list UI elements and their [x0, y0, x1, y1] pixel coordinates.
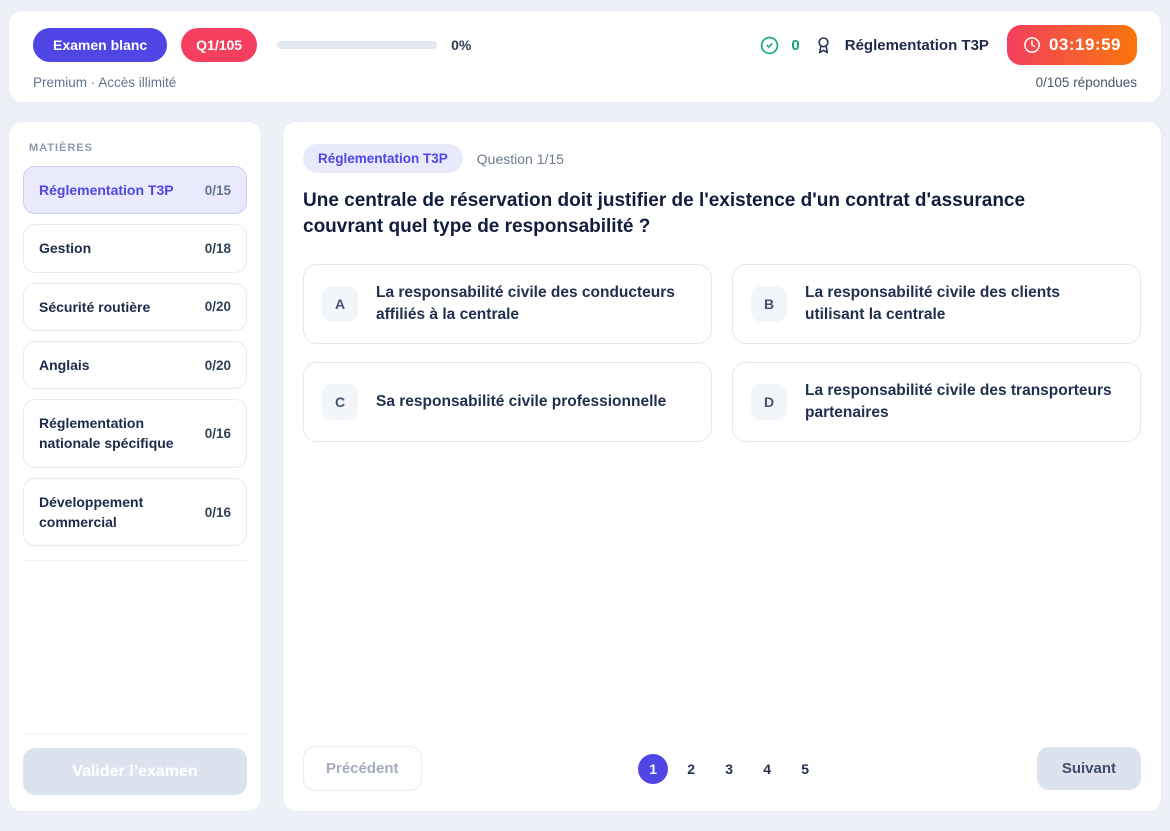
- header-top-row: Examen blanc Q1/105 0% 0 Réglementation …: [33, 25, 1137, 65]
- previous-question-button[interactable]: Précédent: [303, 746, 422, 791]
- answer-option[interactable]: D La responsabilité civile des transport…: [732, 362, 1141, 442]
- content-row: MATIÈRES Réglementation T3P 0/15 Gestion…: [8, 121, 1162, 812]
- check-circle-icon: [760, 36, 779, 55]
- answer-option-letter: A: [322, 286, 358, 322]
- subject-list: Réglementation T3P 0/15 Gestion 0/18 Séc…: [23, 166, 247, 546]
- sidebar-subject-item[interactable]: Réglementation nationale spécifique 0/16: [23, 399, 247, 468]
- pagination-page-button[interactable]: 1: [638, 754, 668, 784]
- subject-item-count: 0/15: [205, 183, 231, 198]
- answer-option-text: Sa responsabilité civile professionnelle: [376, 391, 666, 413]
- exam-header: Examen blanc Q1/105 0% 0 Réglementation …: [8, 10, 1162, 103]
- exam-progress-bar: [277, 41, 437, 49]
- main-spacer: [303, 442, 1141, 746]
- sidebar-subject-item[interactable]: Développement commercial 0/16: [23, 478, 247, 547]
- sidebar-spacer: [23, 561, 247, 719]
- sidebar-subject-item[interactable]: Anglais 0/20: [23, 341, 247, 389]
- current-subject-label: Réglementation T3P: [845, 37, 989, 54]
- pagination-page-button[interactable]: 4: [752, 754, 782, 784]
- pagination-page-button[interactable]: 3: [714, 754, 744, 784]
- subject-item-label: Développement commercial: [39, 492, 195, 533]
- pagination-page-button[interactable]: 5: [790, 754, 820, 784]
- timer-value: 03:19:59: [1049, 35, 1121, 55]
- sidebar-subject-item[interactable]: Sécurité routière 0/20: [23, 283, 247, 331]
- subject-chip: Réglementation T3P: [303, 144, 463, 173]
- answer-option-letter: C: [322, 384, 358, 420]
- header-bottom-row: Premium · Accès illimité 0/105 répondues: [33, 75, 1137, 90]
- subject-item-count: 0/18: [205, 241, 231, 256]
- clock-icon: [1023, 36, 1041, 54]
- subject-item-count: 0/20: [205, 299, 231, 314]
- answer-option-text: La responsabilité civile des conducteurs…: [376, 282, 693, 326]
- correct-count: 0: [791, 37, 799, 54]
- sidebar-subject-item[interactable]: Gestion 0/18: [23, 224, 247, 272]
- subject-item-count: 0/16: [205, 426, 231, 441]
- question-panel: Réglementation T3P Question 1/15 Une cen…: [282, 121, 1162, 812]
- question-text: Une centrale de réservation doit justifi…: [303, 188, 1093, 240]
- answer-option-text: La responsabilité civile des clients uti…: [805, 282, 1122, 326]
- subject-item-label: Réglementation T3P: [39, 180, 174, 200]
- answered-count-label: 0/105 répondues: [1036, 75, 1137, 90]
- subject-item-label: Réglementation nationale spécifique: [39, 413, 195, 454]
- question-progress-badge: Q1/105: [181, 28, 257, 62]
- answer-option[interactable]: B La responsabilité civile des clients u…: [732, 264, 1141, 344]
- award-medal-icon: [814, 36, 833, 55]
- pagination-page-button[interactable]: 2: [676, 754, 706, 784]
- answer-option-letter: D: [751, 384, 787, 420]
- sidebar-divider-bottom: [23, 733, 247, 734]
- sidebar-title: MATIÈRES: [29, 142, 241, 154]
- answer-option-text: La responsabilité civile des transporteu…: [805, 380, 1122, 424]
- page-pagination: 12345: [422, 754, 1037, 784]
- question-counter: Question 1/15: [477, 151, 564, 167]
- answer-option[interactable]: C Sa responsabilité civile professionnel…: [303, 362, 712, 442]
- exam-mode-badge: Examen blanc: [33, 28, 167, 62]
- subject-item-count: 0/16: [205, 505, 231, 520]
- next-question-button[interactable]: Suivant: [1037, 747, 1141, 790]
- plan-label: Premium · Accès illimité: [33, 75, 176, 90]
- subject-item-label: Anglais: [39, 355, 90, 375]
- subject-item-count: 0/20: [205, 358, 231, 373]
- answer-option[interactable]: A La responsabilité civile des conducteu…: [303, 264, 712, 344]
- exam-timer: 03:19:59: [1007, 25, 1137, 65]
- subject-item-label: Gestion: [39, 238, 91, 258]
- progress-percent-label: 0%: [451, 37, 471, 53]
- subject-item-label: Sécurité routière: [39, 297, 150, 317]
- subjects-sidebar: MATIÈRES Réglementation T3P 0/15 Gestion…: [8, 121, 262, 812]
- validate-exam-button[interactable]: Valider l’examen: [23, 748, 247, 795]
- question-header: Réglementation T3P Question 1/15: [303, 144, 1141, 173]
- answer-options: A La responsabilité civile des conducteu…: [303, 264, 1141, 442]
- question-footer: Précédent 12345 Suivant: [303, 746, 1141, 791]
- header-right-group: 0 Réglementation T3P 03:19:59: [760, 25, 1137, 65]
- sidebar-subject-item[interactable]: Réglementation T3P 0/15: [23, 166, 247, 214]
- answer-option-letter: B: [751, 286, 787, 322]
